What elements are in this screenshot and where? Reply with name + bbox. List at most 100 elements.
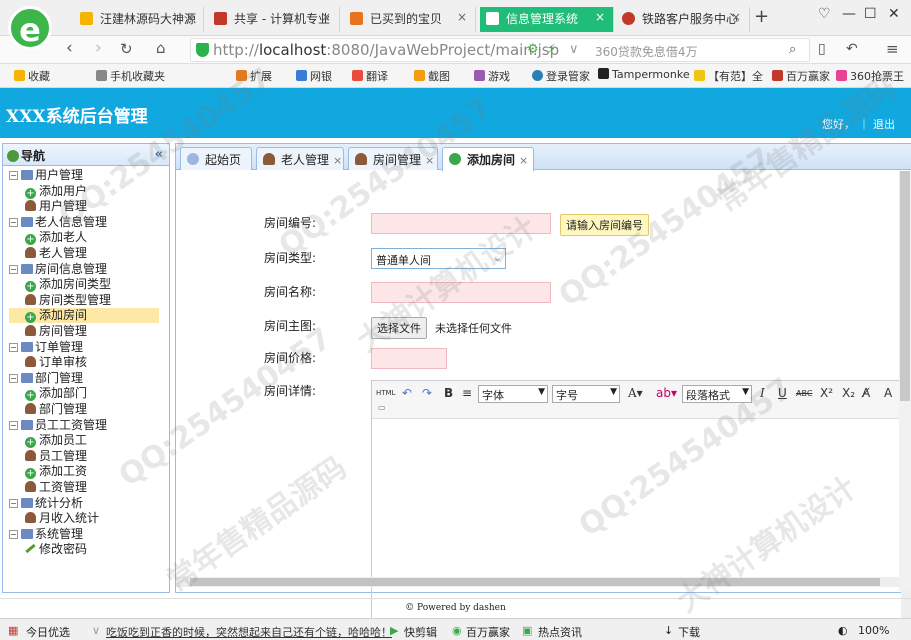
expand-toggle-icon[interactable]: − — [9, 498, 18, 508]
tree-folder[interactable]: − 房间信息管理 — [9, 262, 107, 277]
status-item-1[interactable]: 百万赢家 — [466, 624, 510, 640]
collapse-icon[interactable]: « — [155, 147, 163, 162]
status-today[interactable]: 今日优选 — [26, 624, 70, 640]
new-tab-icon[interactable]: + — [754, 6, 769, 27]
expand-toggle-icon[interactable]: − — [9, 420, 18, 430]
lightning-icon[interactable]: ⚡ — [547, 42, 556, 57]
sound-icon[interactable]: ◐ — [838, 624, 848, 637]
tree-item[interactable]: 老人管理 — [25, 246, 87, 261]
browser-tab-5[interactable]: 铁路客户服务中心 × — [616, 7, 750, 32]
tree-item[interactable]: + 添加房间类型 — [25, 277, 111, 293]
undo-icon[interactable]: ↶ — [402, 386, 412, 400]
close-icon[interactable]: × — [731, 10, 741, 24]
expand-toggle-icon[interactable]: − — [9, 342, 18, 352]
tree-folder[interactable]: − 统计分析 — [9, 496, 83, 511]
undo-icon[interactable]: ↶ — [846, 41, 858, 57]
tree-item[interactable]: 用户管理 — [25, 199, 87, 214]
bookmark-extensions[interactable]: 扩展 — [236, 68, 272, 84]
superscript-icon[interactable]: X² — [820, 386, 833, 400]
expand-toggle-icon[interactable]: − — [9, 171, 18, 180]
format-icon[interactable]: ≡ — [462, 386, 472, 400]
bookmark-youfan[interactable]: 【有范】全 — [694, 68, 763, 84]
close-tab-icon[interactable]: × — [333, 154, 342, 167]
compat-icon[interactable]: ⚙ — [527, 42, 539, 57]
bookmark-translate[interactable]: 翻译 — [352, 68, 388, 84]
tree-item[interactable]: + 添加老人 — [25, 230, 87, 246]
tree-item[interactable]: 修改密码 — [25, 542, 87, 557]
vertical-scrollbar[interactable] — [899, 171, 911, 591]
bookmark-favorites[interactable]: 收藏 — [14, 68, 50, 84]
font-color-icon[interactable]: A▾ — [628, 386, 643, 400]
size-select[interactable]: 字号 ▼ — [552, 385, 620, 403]
tree-folder[interactable]: − 部门管理 — [9, 371, 83, 386]
bookmark-mobile[interactable]: 手机收藏夹 — [96, 68, 165, 84]
forward-icon[interactable]: › — [95, 38, 102, 58]
font-select[interactable]: 字体 ▼ — [478, 385, 548, 403]
phone-icon[interactable]: ▯ — [818, 41, 826, 57]
paragraph-select[interactable]: 段落格式 ▼ — [682, 385, 752, 403]
table-icon[interactable]: ▭ — [378, 403, 386, 412]
close-icon[interactable]: × — [457, 10, 467, 24]
bookmark-tampermonkey[interactable]: Tampermonke — [598, 68, 690, 81]
close-icon[interactable]: × — [595, 10, 605, 24]
skin-icon[interactable]: ♡ — [818, 6, 831, 22]
address-input[interactable]: http://localhost:8080/JavaWebProject/mai… — [190, 38, 810, 62]
tree-item[interactable]: + 添加部门 — [25, 386, 87, 402]
bookmark-screenshot[interactable]: 截图 — [414, 68, 450, 84]
browser-tab-2[interactable]: 共享 - 计算机专业 × — [208, 7, 340, 32]
close-tab-icon[interactable]: × — [519, 154, 528, 167]
tree-item[interactable]: + 添加房间 — [9, 308, 159, 324]
menu-icon[interactable]: ≡ — [886, 40, 899, 58]
tree-folder[interactable]: − 订单管理 — [9, 340, 83, 355]
tree-folder[interactable]: − 系统管理 — [9, 527, 83, 542]
browser-tab-1[interactable]: 汪建林源码大神源 × — [74, 7, 204, 32]
tree-item[interactable]: + 添加员工 — [25, 433, 87, 449]
tree-item[interactable]: 月收入统计 — [25, 511, 99, 526]
status-item-2[interactable]: 热点资讯 — [538, 624, 582, 640]
bookmark-millionaire[interactable]: 百万赢家 — [772, 68, 830, 84]
close-window-icon[interactable]: ✕ — [888, 6, 900, 22]
tree-item[interactable]: 工资管理 — [25, 480, 87, 495]
search-icon[interactable]: ⌕ — [789, 42, 796, 57]
zoom-level[interactable]: 100% — [858, 624, 889, 637]
tree-item[interactable]: 员工管理 — [25, 449, 87, 464]
refresh-icon[interactable]: ↻ — [120, 40, 133, 58]
horizontal-scrollbar[interactable] — [176, 577, 900, 587]
close-icon[interactable]: × — [185, 10, 195, 24]
choose-file-button[interactable]: 选择文件 — [371, 317, 427, 339]
redo-icon[interactable]: ↷ — [422, 386, 432, 400]
close-tab-icon[interactable]: × — [425, 154, 434, 167]
strikethrough-icon[interactable]: ABC — [796, 389, 812, 398]
tree-item[interactable]: 部门管理 — [25, 402, 87, 417]
tree-folder[interactable]: − 老人信息管理 — [9, 215, 107, 230]
back-icon[interactable]: ‹ — [66, 38, 73, 58]
home-icon[interactable]: ⌂ — [156, 39, 166, 57]
tree-folder[interactable]: − 员工工资管理 — [9, 418, 107, 433]
bookmark-games[interactable]: 游戏 — [474, 68, 510, 84]
tree-item[interactable]: + 添加用户 — [25, 184, 87, 199]
status-item-3[interactable]: 下载 — [678, 624, 700, 640]
expand-toggle-icon[interactable]: − — [9, 373, 18, 383]
more-format-icon[interactable]: A — [884, 386, 892, 400]
status-item-0[interactable]: 快剪辑 — [404, 624, 437, 640]
italic-icon[interactable]: I — [760, 386, 765, 400]
expand-toggle-icon[interactable]: − — [9, 264, 18, 274]
room-no-input[interactable] — [371, 213, 551, 234]
tree-item[interactable]: + 添加工资 — [25, 464, 87, 480]
room-name-input[interactable] — [371, 282, 551, 303]
tree-item[interactable]: 房间管理 — [25, 324, 87, 339]
subscript-icon[interactable]: X₂ — [842, 386, 855, 400]
expand-toggle-icon[interactable]: − — [9, 217, 18, 227]
tab-home[interactable]: 起始页 — [180, 147, 252, 170]
room-type-select[interactable]: 普通单人间 ⌄ — [371, 248, 506, 269]
bookmark-bank[interactable]: 网银 — [296, 68, 332, 84]
tab-add-room[interactable]: 添加房间 × — [442, 147, 534, 171]
user-links[interactable]: 您好， ｜ 退出 — [822, 116, 895, 132]
browser-tab-3[interactable]: 已买到的宝贝 × — [344, 7, 476, 32]
minimize-icon[interactable]: — — [842, 6, 856, 22]
status-news[interactable]: 吃饭吃到正香的时候，突然想起来自己还有个链，哈哈哈！ — [106, 624, 392, 640]
clear-format-icon[interactable]: A̸ — [862, 386, 870, 400]
tree-item[interactable]: 订单审核 — [25, 355, 87, 370]
underline-icon[interactable]: U — [778, 386, 787, 400]
tab-rooms[interactable]: 房间管理 × — [348, 147, 438, 170]
